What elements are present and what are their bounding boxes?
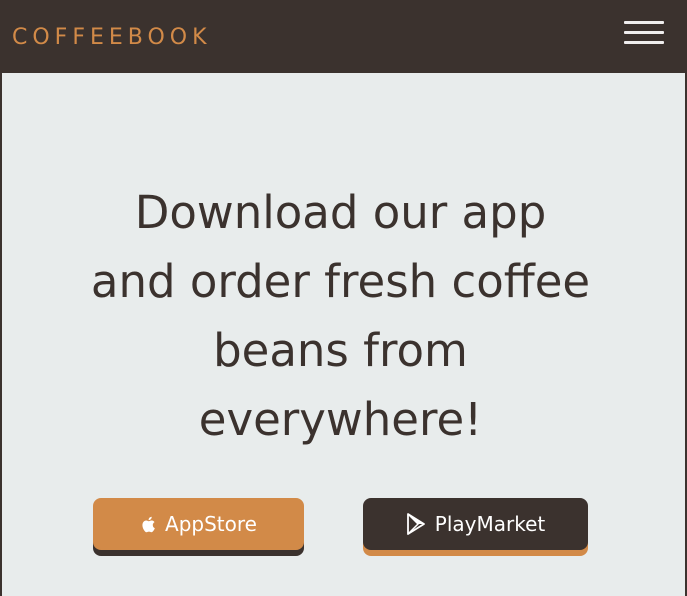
playmarket-button[interactable]: PlayMarket xyxy=(363,498,588,550)
menu-line-icon xyxy=(624,41,664,44)
hamburger-menu-button[interactable] xyxy=(624,21,664,47)
play-store-icon xyxy=(406,513,426,535)
hero-headline: Download our app and order fresh coffee … xyxy=(90,186,591,446)
brand-logo[interactable]: COFFEEBOOK xyxy=(12,25,212,51)
playmarket-label: PlayMarket xyxy=(434,512,546,536)
page: COFFEEBOOK Download our app and order fr… xyxy=(0,0,687,596)
apple-icon xyxy=(140,515,156,534)
menu-line-icon xyxy=(624,21,664,24)
top-navigation-bar: COFFEEBOOK xyxy=(2,0,685,73)
appstore-button[interactable]: AppStore xyxy=(93,498,304,550)
menu-line-icon xyxy=(624,31,664,34)
appstore-label: AppStore xyxy=(165,512,257,536)
